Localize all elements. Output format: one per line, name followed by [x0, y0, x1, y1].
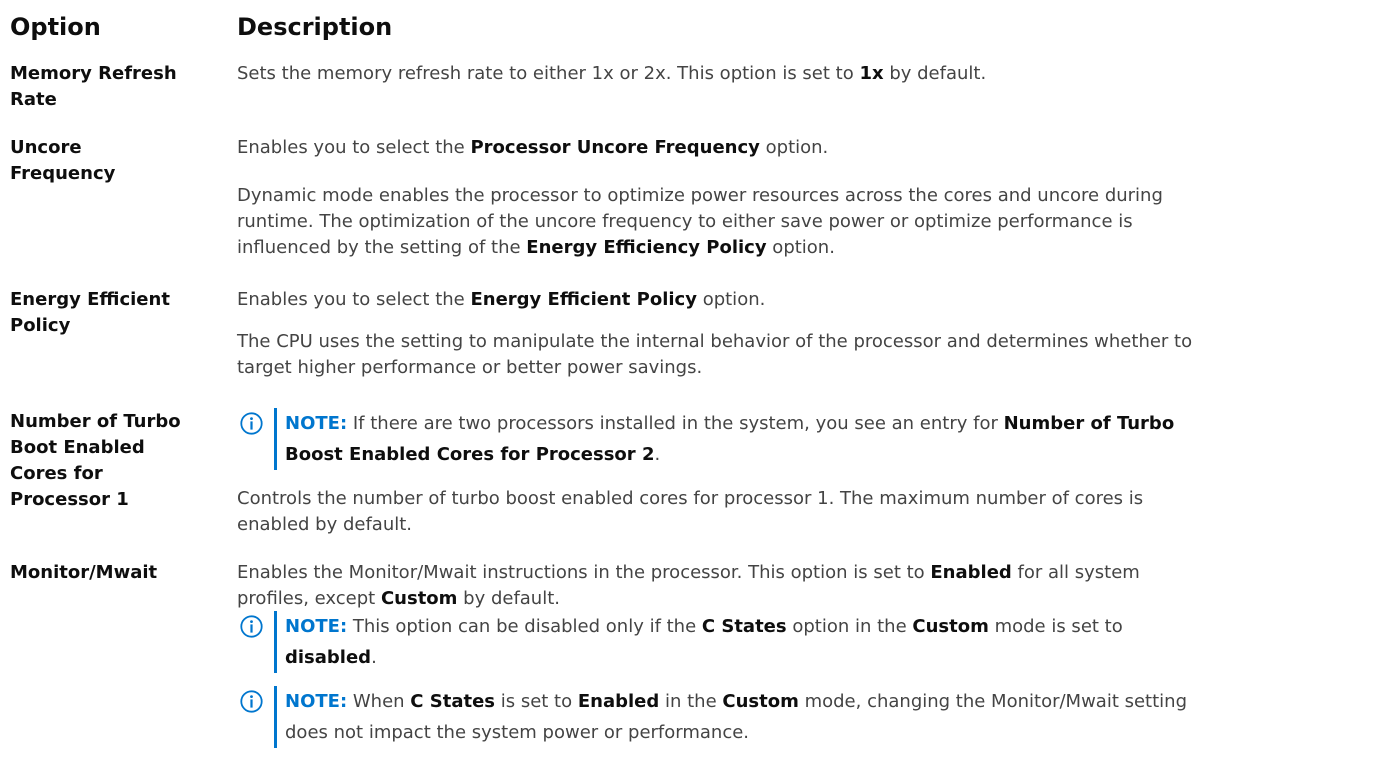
description-text: by default.	[457, 588, 560, 609]
info-circle-icon	[240, 690, 263, 713]
note-monitor-mwait-c-states: NOTE: When C States is set to Enabled in…	[240, 686, 1398, 748]
note-text-part: mode is set to	[988, 616, 1123, 637]
option-memory-refresh-rate: Memory Refresh Rate	[10, 61, 220, 113]
description-text: option.	[759, 137, 829, 158]
description-memory-refresh-rate: Sets the memory refresh rate to either 1…	[237, 61, 1397, 87]
description-uncore-frequency: Enables you to select the Processor Unco…	[237, 135, 1397, 161]
description-bold: 1x	[859, 63, 884, 84]
description-text: option.	[766, 237, 835, 258]
note-text-part: option in the	[786, 616, 913, 637]
note-bold: Boost Enabled Cores for Processor 2	[285, 444, 655, 465]
description-line: Dynamic mode enables the processor to op…	[237, 185, 1163, 206]
option-label-line: Cores for	[10, 463, 103, 484]
options-table: Option Description Memory Refresh Rate S…	[0, 0, 1400, 774]
note-line: NOTE: This option can be disabled only i…	[285, 611, 1395, 642]
description-monitor-mwait: Enables the Monitor/Mwait instructions i…	[237, 560, 1397, 612]
column-header-description: Description	[237, 13, 393, 41]
info-circle-icon	[240, 615, 263, 638]
note-line: Boost Enabled Cores for Processor 2.	[285, 439, 1395, 470]
note-bold: C States	[410, 691, 495, 712]
description-text: by default.	[883, 63, 987, 84]
option-label-line: Energy Efficient	[10, 289, 170, 310]
note-accent-bar	[274, 611, 277, 673]
option-monitor-mwait: Monitor/Mwait	[10, 560, 220, 586]
option-label-line: Memory Refresh	[10, 63, 177, 84]
description-line: Controls the number of turbo boost enabl…	[237, 488, 1144, 509]
note-turbo-processor-2: NOTE: If there are two processors instal…	[240, 408, 1398, 470]
description-bold: Energy Efficiency Policy	[526, 237, 767, 258]
option-label-line: Frequency	[10, 163, 116, 184]
description-text: for all system	[1011, 562, 1140, 583]
description-text: influenced by the setting of the	[237, 237, 527, 258]
note-bold: C States	[701, 616, 787, 637]
note-bold: disabled	[285, 647, 372, 668]
description-text: Enables you to select the	[237, 289, 471, 310]
note-text-part: mode, changing the Monitor/Mwait setting	[798, 691, 1188, 712]
note-text: NOTE: When C States is set to Enabled in…	[285, 686, 1395, 748]
description-number-of-turbo-boost-cores: Controls the number of turbo boost enabl…	[237, 486, 1397, 538]
description-bold: Custom	[380, 588, 458, 609]
note-line: disabled.	[285, 642, 1395, 673]
note-text: NOTE: If there are two processors instal…	[285, 408, 1395, 470]
note-label: NOTE:	[285, 413, 348, 434]
note-label: NOTE:	[285, 616, 348, 637]
description-line: influenced by the setting of the Energy …	[237, 235, 1397, 261]
note-text: NOTE: This option can be disabled only i…	[285, 611, 1395, 673]
note-accent-bar	[274, 408, 277, 470]
note-text-part: .	[371, 647, 377, 668]
note-bold: Custom	[912, 616, 989, 637]
note-bold: Enabled	[577, 691, 660, 712]
description-line: enabled by default.	[237, 514, 413, 535]
description-bold: Enabled	[930, 562, 1012, 583]
note-text-part: .	[654, 444, 661, 465]
description-energy-efficient-policy: Enables you to select the Energy Efficie…	[237, 287, 1397, 313]
description-line: Enables the Monitor/Mwait instructions i…	[237, 560, 1397, 586]
option-energy-efficient-policy: Energy Efficient Policy	[10, 287, 220, 339]
description-bold: Energy Efficient Policy	[470, 289, 697, 310]
description-energy-efficient-policy-detail: The CPU uses the setting to manipulate t…	[237, 329, 1397, 381]
note-text-part: When	[347, 691, 411, 712]
note-text-part: in the	[659, 691, 723, 712]
description-text: Sets the memory refresh rate to either 1…	[237, 63, 860, 84]
option-label-line: Rate	[10, 89, 57, 110]
info-circle-icon	[240, 412, 263, 435]
option-number-of-turbo-boost-cores: Number of Turbo Boot Enabled Cores for P…	[10, 409, 220, 513]
description-text: option.	[696, 289, 766, 310]
description-bold: Processor Uncore Frequency	[470, 137, 760, 158]
note-text-part: is set to	[495, 691, 578, 712]
option-label-line: Monitor/Mwait	[10, 562, 158, 583]
note-text-part: This option can be disabled only if the	[347, 616, 702, 637]
note-label: NOTE:	[285, 691, 348, 712]
note-monitor-mwait-disable: NOTE: This option can be disabled only i…	[240, 611, 1398, 673]
note-line: NOTE: When C States is set to Enabled in…	[285, 686, 1395, 717]
column-header-option: Option	[10, 13, 101, 41]
note-line: does not impact the system power or perf…	[285, 722, 750, 743]
note-accent-bar	[274, 686, 277, 748]
description-text: Enables you to select the	[237, 137, 471, 158]
description-line: The CPU uses the setting to manipulate t…	[237, 331, 1193, 352]
note-text-part: If there are two processors installed in…	[347, 413, 1004, 434]
description-uncore-frequency-detail: Dynamic mode enables the processor to op…	[237, 183, 1397, 261]
note-bold: Number of Turbo	[1003, 413, 1175, 434]
description-text: profiles, except	[237, 588, 381, 609]
option-label-line: Processor 1	[10, 489, 129, 510]
description-line: profiles, except Custom by default.	[237, 586, 1397, 612]
option-label-line: Uncore	[10, 137, 82, 158]
description-line: target higher performance or better powe…	[237, 357, 703, 378]
description-text: Enables the Monitor/Mwait instructions i…	[237, 562, 931, 583]
option-label-line: Number of Turbo	[10, 411, 181, 432]
note-bold: Custom	[722, 691, 799, 712]
note-line: NOTE: If there are two processors instal…	[285, 408, 1395, 439]
option-label-line: Policy	[10, 315, 71, 336]
description-line: runtime. The optimization of the uncore …	[237, 211, 1133, 232]
option-label-line: Boot Enabled	[10, 437, 145, 458]
option-uncore-frequency: Uncore Frequency	[10, 135, 220, 187]
